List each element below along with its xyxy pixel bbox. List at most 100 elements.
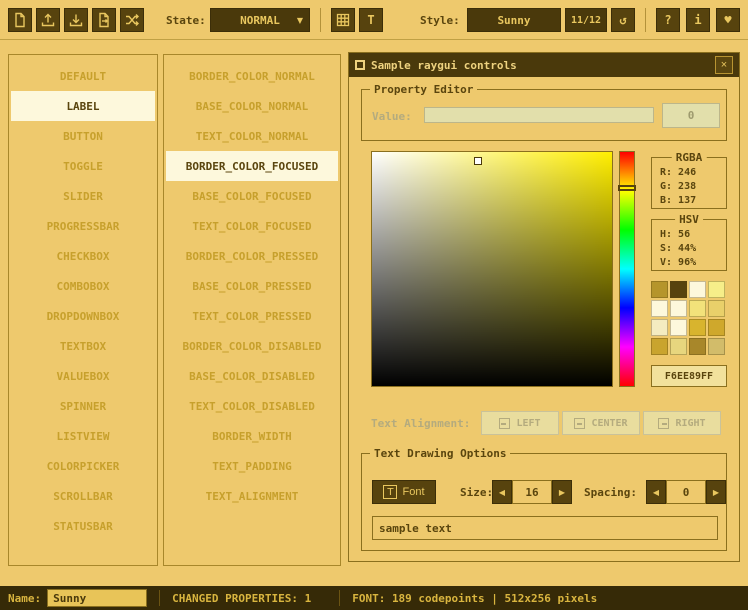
property-item[interactable]: TEXT_COLOR_DISABLED	[166, 391, 338, 421]
reload-style-button[interactable]: ↺	[611, 8, 635, 32]
color-swatch[interactable]	[689, 300, 706, 317]
state-dropdown[interactable]: NORMAL ▼	[210, 8, 310, 32]
color-swatch[interactable]	[651, 300, 668, 317]
sample-text-input[interactable]: sample text	[372, 516, 718, 540]
property-item[interactable]: BORDER_WIDTH	[166, 421, 338, 451]
property-item[interactable]: BORDER_COLOR_PRESSED	[166, 241, 338, 271]
control-item-default[interactable]: DEFAULT	[11, 61, 155, 91]
control-item-scrollbar[interactable]: SCROLLBAR	[11, 481, 155, 511]
spacing-value-box[interactable]: 0	[666, 480, 706, 504]
color-swatch[interactable]	[670, 319, 687, 336]
property-item[interactable]: TEXT_COLOR_FOCUSED	[166, 211, 338, 241]
value-label: Value:	[372, 110, 412, 123]
property-item[interactable]: BORDER_COLOR_DISABLED	[166, 331, 338, 361]
font-editor-button[interactable]: T	[359, 8, 383, 32]
color-swatch[interactable]	[708, 281, 725, 298]
toolbar-separator	[645, 8, 646, 32]
shuffle-icon	[124, 12, 140, 28]
control-item-dropdownbox[interactable]: DROPDOWNBOX	[11, 301, 155, 331]
control-item-textbox[interactable]: TEXTBOX	[11, 331, 155, 361]
size-decrease-button[interactable]: ◀	[492, 480, 512, 504]
size-increase-button[interactable]: ▶	[552, 480, 572, 504]
save-style-button[interactable]	[64, 8, 88, 32]
font-info-status: FONT: 189 codepoints | 512x256 pixels	[352, 592, 597, 605]
control-item-spinner[interactable]: SPINNER	[11, 391, 155, 421]
text-drawing-group: Text Drawing Options T Font Size: ◀ 16 ▶…	[361, 453, 727, 551]
align-left-label: LEFT	[516, 418, 540, 429]
control-item-checkbox[interactable]: CHECKBOX	[11, 241, 155, 271]
export-style-button[interactable]	[92, 8, 116, 32]
control-item-listview[interactable]: LISTVIEW	[11, 421, 155, 451]
color-swatch[interactable]	[670, 281, 687, 298]
control-item-label[interactable]: LABEL	[11, 91, 155, 121]
control-item-colorpicker[interactable]: COLORPICKER	[11, 451, 155, 481]
spacing-decrease-button[interactable]: ◀	[646, 480, 666, 504]
font-button[interactable]: T Font	[372, 480, 436, 504]
align-right-icon	[658, 418, 669, 429]
color-swatch[interactable]	[670, 300, 687, 317]
control-item-toggle[interactable]: TOGGLE	[11, 151, 155, 181]
style-table-button[interactable]	[331, 8, 355, 32]
property-item[interactable]: TEXT_ALIGNMENT	[166, 481, 338, 511]
control-item-valuebox[interactable]: VALUEBOX	[11, 361, 155, 391]
random-style-button[interactable]	[120, 8, 144, 32]
property-item[interactable]: TEXT_COLOR_PRESSED	[166, 301, 338, 331]
control-item-slider[interactable]: SLIDER	[11, 181, 155, 211]
color-swatch[interactable]	[689, 338, 706, 355]
style-index-badge[interactable]: 11/12	[565, 8, 607, 32]
property-item[interactable]: BASE_COLOR_DISABLED	[166, 361, 338, 391]
color-swatch[interactable]	[708, 338, 725, 355]
control-item-progressbar[interactable]: PROGRESSBAR	[11, 211, 155, 241]
color-swatch[interactable]	[670, 338, 687, 355]
property-item[interactable]: TEXT_COLOR_NORMAL	[166, 121, 338, 151]
align-left-button[interactable]: LEFT	[481, 411, 559, 435]
help-button[interactable]: ?	[656, 8, 680, 32]
property-item[interactable]: TEXT_PADDING	[166, 451, 338, 481]
align-right-button[interactable]: RIGHT	[643, 411, 721, 435]
spacing-increase-button[interactable]: ▶	[706, 480, 726, 504]
hex-value-input[interactable]: F6EE89FF	[651, 365, 727, 387]
hue-slider-handle[interactable]	[618, 185, 636, 191]
sponsor-button[interactable]: ♥	[716, 8, 740, 32]
control-item-statusbar[interactable]: STATUSBAR	[11, 511, 155, 541]
text-T-icon: T	[383, 485, 397, 499]
property-item[interactable]: BASE_COLOR_NORMAL	[166, 91, 338, 121]
style-label: Style:	[420, 0, 460, 40]
info-button[interactable]: i	[686, 8, 710, 32]
color-swatch[interactable]	[651, 281, 668, 298]
value-box[interactable]: 0	[662, 103, 720, 128]
color-gradient-panel[interactable]	[371, 151, 613, 387]
color-swatch[interactable]	[651, 319, 668, 336]
help-icon: ?	[664, 13, 671, 27]
color-cursor[interactable]	[474, 157, 482, 165]
info-icon: i	[694, 13, 701, 27]
window-titlebar[interactable]: Sample raygui controls ×	[349, 53, 739, 77]
new-style-button[interactable]	[8, 8, 32, 32]
hue-bar[interactable]	[619, 151, 635, 387]
property-item[interactable]: BASE_COLOR_FOCUSED	[166, 181, 338, 211]
grid-icon	[335, 12, 351, 28]
property-item-selected[interactable]: BORDER_COLOR_FOCUSED	[166, 151, 338, 181]
style-name-button[interactable]: Sunny	[467, 8, 561, 32]
rgba-b-value: B: 137	[652, 193, 726, 207]
color-swatch[interactable]	[651, 338, 668, 355]
statusbar-separator	[339, 590, 340, 606]
property-item[interactable]: BASE_COLOR_PRESSED	[166, 271, 338, 301]
style-name-input[interactable]: Sunny	[47, 589, 147, 607]
align-center-button[interactable]: CENTER	[562, 411, 640, 435]
color-swatch[interactable]	[689, 319, 706, 336]
align-left-icon	[499, 418, 510, 429]
color-swatch[interactable]	[708, 300, 725, 317]
size-value-box[interactable]: 16	[512, 480, 552, 504]
value-slider[interactable]	[424, 107, 654, 123]
color-swatch[interactable]	[689, 281, 706, 298]
toolbar: State: NORMAL ▼ T Style: Sunny 11/12 ↺ ?…	[0, 0, 748, 40]
color-swatch[interactable]	[708, 319, 725, 336]
window-body: Property Editor Value: 0 RGBA R: 246 G: …	[349, 77, 739, 563]
property-item[interactable]: BORDER_COLOR_NORMAL	[166, 61, 338, 91]
new-file-icon	[12, 12, 28, 28]
load-style-button[interactable]	[36, 8, 60, 32]
control-item-button[interactable]: BUTTON	[11, 121, 155, 151]
close-button[interactable]: ×	[715, 56, 733, 74]
control-item-combobox[interactable]: COMBOBOX	[11, 271, 155, 301]
